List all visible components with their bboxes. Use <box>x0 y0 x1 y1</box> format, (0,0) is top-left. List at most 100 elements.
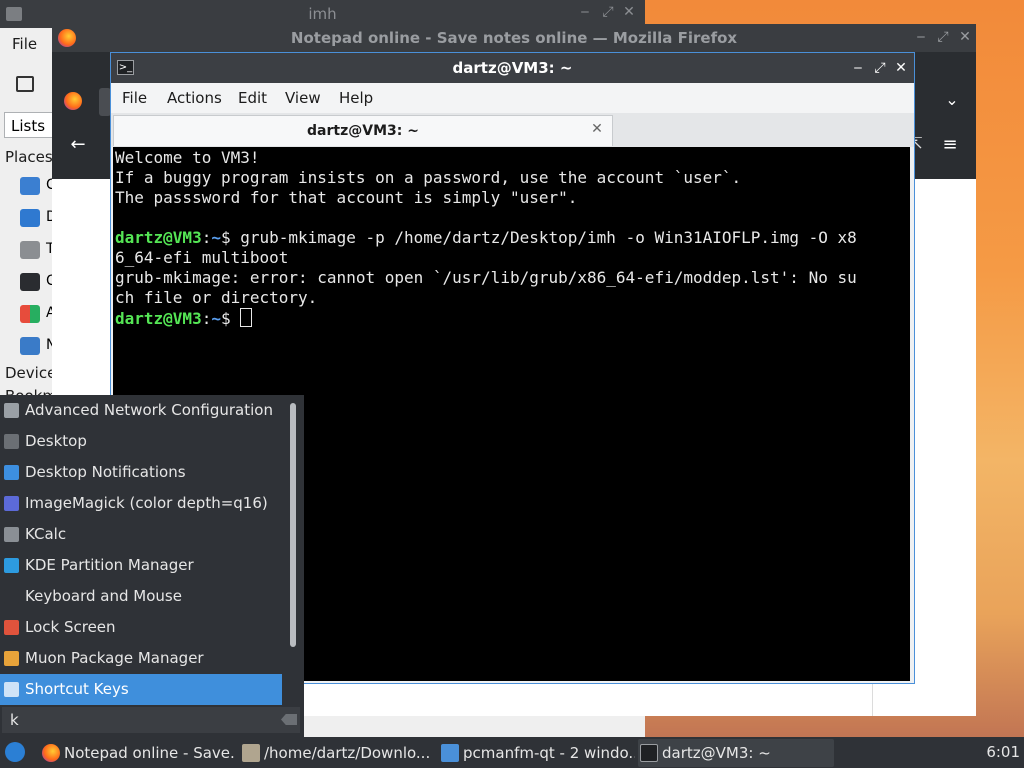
places-heading: Places <box>5 148 53 166</box>
task-label: /home/dartz/Downlo... <box>264 744 431 762</box>
trash-icon[interactable] <box>20 241 40 259</box>
error-line: grub-mkimage: error: cannot open `/usr/l… <box>115 268 857 287</box>
archive-icon <box>242 744 260 762</box>
notification-icon <box>4 465 19 480</box>
text-cursor <box>240 308 253 327</box>
keyboard-mouse-icon <box>4 589 19 604</box>
menu-help[interactable]: Help <box>339 83 373 113</box>
desktop-folder-icon[interactable] <box>20 209 40 227</box>
output-blank-line: ​ <box>115 208 910 228</box>
prompt-path: ~ <box>211 309 221 328</box>
partition-manager-icon <box>4 558 19 573</box>
firefox-tab-icon[interactable] <box>64 92 82 110</box>
launcher-item-label: Desktop Notifications <box>25 463 186 481</box>
calculator-icon <box>4 527 19 542</box>
launcher-item-label: Muon Package Manager <box>25 649 204 667</box>
tab-lists[interactable]: Lists <box>4 112 52 138</box>
terminal-tab[interactable]: dartz@VM3: ~ ✕ <box>113 115 613 146</box>
network-icon[interactable] <box>20 337 40 355</box>
applications-icon[interactable] <box>20 305 40 323</box>
launcher-item-label: Desktop <box>25 432 87 450</box>
devices-heading: Device <box>5 364 57 382</box>
output-line: The passsword for that account is simply… <box>115 188 578 207</box>
clock[interactable]: 6:01 <box>970 737 1020 768</box>
launcher-search-row <box>0 705 304 735</box>
launcher-scrollbar[interactable] <box>290 403 296 647</box>
launcher-item[interactable]: Desktop <box>0 426 282 457</box>
launcher-search-input[interactable] <box>2 707 300 733</box>
launcher-item[interactable]: Lock Screen <box>0 612 282 643</box>
command-wrap-line: 6_64-efi multiboot <box>115 248 289 267</box>
menu-edit[interactable]: Edit <box>238 83 267 113</box>
prompt-dollar: $ <box>220 228 241 247</box>
back-arrow-icon[interactable]: ← <box>70 134 86 155</box>
terminal-titlebar[interactable]: >_ dartz@VM3: ~ ‒ ⤢ ✕ <box>111 53 914 83</box>
launcher-item[interactable]: ImageMagick (color depth=q16) <box>0 488 282 519</box>
launcher-item-label: Advanced Network Configuration <box>25 401 273 419</box>
menu-view[interactable]: View <box>285 83 321 113</box>
output-line: Welcome to VM3! <box>115 148 260 167</box>
menu-file[interactable]: File <box>122 83 147 113</box>
command-line: dartz@VM3:~$ grub-mkimage -p /home/dartz… <box>115 228 910 248</box>
firefox-titlebar[interactable]: Notepad online - Save notes online — Moz… <box>52 24 976 52</box>
launcher-results-list: Advanced Network Configuration Desktop Des… <box>0 395 304 705</box>
minimize-icon[interactable]: ‒ <box>578 4 592 20</box>
launcher-item[interactable]: KDE Partition Manager <box>0 550 282 581</box>
launcher-item-label: KCalc <box>25 525 67 543</box>
network-monitor-icon <box>4 403 19 418</box>
firefox-icon <box>42 744 60 762</box>
close-tab-icon[interactable]: ✕ <box>590 120 604 138</box>
chevron-down-icon[interactable]: ⌄ <box>944 90 960 109</box>
desktop-icon <box>4 434 19 449</box>
folder-icon <box>441 744 459 762</box>
prompt-user: dartz@VM3 <box>115 309 202 328</box>
task-firefox[interactable]: Notepad online - Save... <box>40 739 236 767</box>
imagemagick-icon <box>4 496 19 511</box>
launcher-item[interactable]: Shortcut Keys <box>0 674 282 705</box>
launcher-item-label: Keyboard and Mouse <box>25 587 182 605</box>
launcher-item[interactable]: Keyboard and Mouse <box>0 581 282 612</box>
maximize-icon[interactable]: ⤢ <box>601 4 615 20</box>
lock-icon <box>4 620 19 635</box>
terminal-tab-title: dartz@VM3: ~ <box>307 123 419 139</box>
close-icon[interactable]: ✕ <box>894 60 908 76</box>
taskbar: Notepad online - Save... /home/dartz/Dow… <box>0 737 1024 768</box>
prompt-path: ~ <box>211 228 221 247</box>
launcher-item-label: Lock Screen <box>25 618 116 636</box>
hamburger-menu-icon[interactable]: ≡ <box>942 134 958 155</box>
close-icon[interactable]: ✕ <box>958 29 972 45</box>
package-icon <box>4 651 19 666</box>
terminal-tabbar: dartz@VM3: ~ ✕ <box>111 113 914 147</box>
minimize-icon[interactable]: ‒ <box>851 60 865 76</box>
launcher-item[interactable]: Desktop Notifications <box>0 457 282 488</box>
task-file-manager[interactable]: pcmanfm-qt - 2 windo... <box>439 739 635 767</box>
close-icon[interactable]: ✕ <box>622 4 636 20</box>
active-prompt-line[interactable]: dartz@VM3:~$ <box>115 308 910 329</box>
maximize-icon[interactable]: ⤢ <box>873 60 887 76</box>
launcher-item-label: KDE Partition Manager <box>25 556 194 574</box>
prompt-colon: : <box>201 309 212 328</box>
launcher-item-label: Shortcut Keys <box>25 680 129 698</box>
minimize-icon[interactable]: ‒ <box>914 29 928 45</box>
task-archive[interactable]: /home/dartz/Downlo... <box>240 739 436 767</box>
launcher-item[interactable]: Muon Package Manager <box>0 643 282 674</box>
terminal-menubar: File Actions Edit View Help <box>111 83 914 113</box>
launcher-item[interactable]: Advanced Network Configuration <box>0 395 282 426</box>
terminal-title: dartz@VM3: ~ <box>452 59 573 77</box>
task-label: dartz@VM3: ~ <box>662 744 771 762</box>
computer-icon[interactable] <box>20 273 40 291</box>
menu-file[interactable]: File <box>0 28 52 60</box>
prompt-user: dartz@VM3 <box>115 228 202 247</box>
prompt-dollar: $ <box>220 309 241 328</box>
application-launcher-menu: Advanced Network Configuration Desktop Des… <box>0 395 304 740</box>
maximize-icon[interactable]: ⤢ <box>936 29 950 45</box>
home-folder-icon[interactable] <box>20 177 40 195</box>
task-label: Notepad online - Save... <box>64 744 236 762</box>
launcher-item-label: ImageMagick (color depth=q16) <box>25 494 268 512</box>
new-window-icon[interactable] <box>16 76 34 92</box>
task-terminal[interactable]: dartz@VM3: ~ <box>638 739 834 767</box>
launcher-item[interactable]: KCalc <box>0 519 282 550</box>
start-menu-icon[interactable] <box>5 742 25 762</box>
menu-actions[interactable]: Actions <box>167 83 222 113</box>
keyboard-icon <box>4 682 19 697</box>
